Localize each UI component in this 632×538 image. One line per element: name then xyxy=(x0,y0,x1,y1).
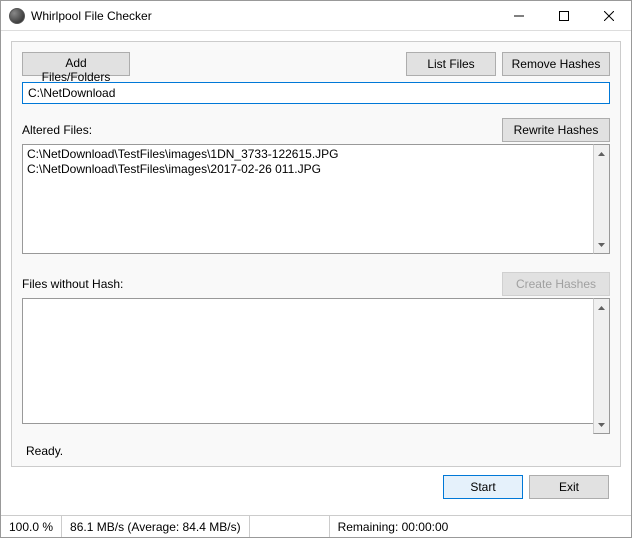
add-files-button[interactable]: Add Files/Folders xyxy=(22,52,130,76)
bottom-buttons: Start Exit xyxy=(11,467,621,505)
main-panel: SnapFiles Add Files/Folders List Files R… xyxy=(11,41,621,467)
altered-files-listbox[interactable]: C:\NetDownload\TestFiles\images\1DN_3733… xyxy=(22,144,593,254)
minimize-button[interactable] xyxy=(496,1,541,30)
scroll-down-icon[interactable] xyxy=(594,236,609,253)
status-progress: 100.0 % xyxy=(1,516,62,537)
window-controls xyxy=(496,1,631,30)
client-area: SnapFiles Add Files/Folders List Files R… xyxy=(1,31,631,515)
remove-hashes-button[interactable]: Remove Hashes xyxy=(502,52,610,76)
scroll-up-icon[interactable] xyxy=(594,299,609,316)
titlebar: Whirlpool File Checker xyxy=(1,1,631,31)
nohash-listbox-wrap xyxy=(22,298,610,434)
scroll-down-icon[interactable] xyxy=(594,416,609,433)
list-item[interactable]: C:\NetDownload\TestFiles\images\2017-02-… xyxy=(27,162,589,177)
nohash-files-listbox[interactable] xyxy=(22,298,593,424)
status-text: Ready. xyxy=(22,442,610,460)
status-speed: 86.1 MB/s (Average: 84.4 MB/s) xyxy=(62,516,250,537)
exit-button[interactable]: Exit xyxy=(529,475,609,499)
scroll-track[interactable] xyxy=(594,162,609,236)
scroll-up-icon[interactable] xyxy=(594,145,609,162)
start-button[interactable]: Start xyxy=(443,475,523,499)
create-hashes-button[interactable]: Create Hashes xyxy=(502,272,610,296)
maximize-button[interactable] xyxy=(541,1,586,30)
altered-label: Altered Files: xyxy=(22,123,502,137)
altered-header: Altered Files: Rewrite Hashes xyxy=(22,118,610,142)
status-empty xyxy=(250,516,330,537)
altered-scrollbar[interactable] xyxy=(593,144,610,254)
status-remaining: Remaining: 00:00:00 xyxy=(330,516,457,537)
rewrite-hashes-button[interactable]: Rewrite Hashes xyxy=(502,118,610,142)
close-button[interactable] xyxy=(586,1,631,30)
nohash-label: Files without Hash: xyxy=(22,277,502,291)
list-item[interactable]: C:\NetDownload\TestFiles\images\1DN_3733… xyxy=(27,147,589,162)
window-title: Whirlpool File Checker xyxy=(31,9,496,23)
top-button-row: Add Files/Folders List Files Remove Hash… xyxy=(22,52,610,76)
nohash-header: Files without Hash: Create Hashes xyxy=(22,272,610,296)
app-icon xyxy=(9,8,25,24)
statusbar: 100.0 % 86.1 MB/s (Average: 84.4 MB/s) R… xyxy=(1,515,631,537)
scroll-track[interactable] xyxy=(594,316,609,416)
path-input[interactable] xyxy=(22,82,610,104)
altered-listbox-wrap: C:\NetDownload\TestFiles\images\1DN_3733… xyxy=(22,144,610,254)
list-files-button[interactable]: List Files xyxy=(406,52,496,76)
nohash-scrollbar[interactable] xyxy=(593,298,610,434)
